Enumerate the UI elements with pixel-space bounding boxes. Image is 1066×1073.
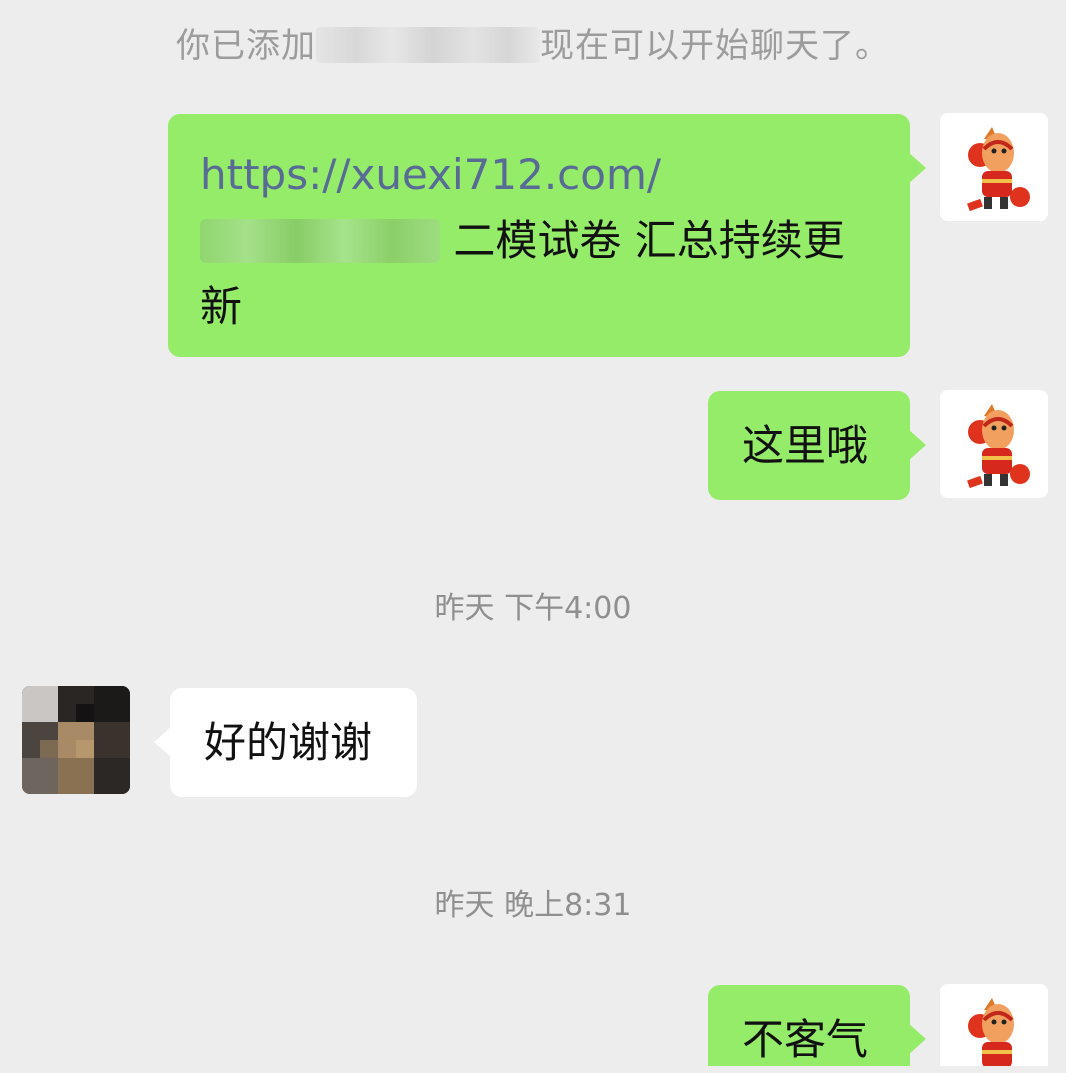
system-note: 你已添加 现在可以开始聊天了。 (0, 18, 1066, 67)
system-note-prefix: 你已添加 (176, 26, 316, 66)
avatar-self[interactable] (940, 390, 1048, 498)
bubble-tail (908, 429, 926, 461)
message-bubble-outgoing[interactable]: https://xuexi712.com/ 二模试卷 汇总持续更新 (168, 114, 926, 357)
message-text: 好的谢谢 (204, 718, 373, 767)
message-link[interactable]: https://xuexi712.com/ (200, 142, 880, 208)
message-bubble-outgoing[interactable]: 这里哦 (708, 391, 926, 500)
timestamp: 昨天 下午4:00 (434, 591, 632, 626)
message-bubble-incoming[interactable]: 好的谢谢 (154, 688, 417, 797)
message-bubble-outgoing[interactable]: 不客气 (708, 985, 926, 1066)
horse-mascot-icon (940, 390, 1048, 498)
horse-mascot-icon (940, 984, 1048, 1066)
redacted-code (200, 219, 440, 263)
message-text: 这里哦 (742, 421, 869, 470)
pixelated-avatar-icon (22, 686, 130, 794)
avatar-self[interactable] (940, 113, 1048, 221)
horse-mascot-icon (940, 113, 1048, 221)
system-note-suffix: 现在可以开始聊天了。 (540, 26, 890, 66)
avatar-self[interactable] (940, 984, 1048, 1066)
message-text: 二模试卷 汇总持续更新 (200, 208, 880, 340)
message-text: 不客气 (742, 1015, 869, 1064)
redacted-name (316, 27, 540, 63)
bubble-tail (908, 152, 926, 184)
bubble-tail (154, 726, 172, 758)
avatar-contact[interactable] (22, 686, 130, 794)
timestamp: 昨天 晚上8:31 (434, 888, 632, 923)
bubble-tail (908, 1023, 926, 1055)
